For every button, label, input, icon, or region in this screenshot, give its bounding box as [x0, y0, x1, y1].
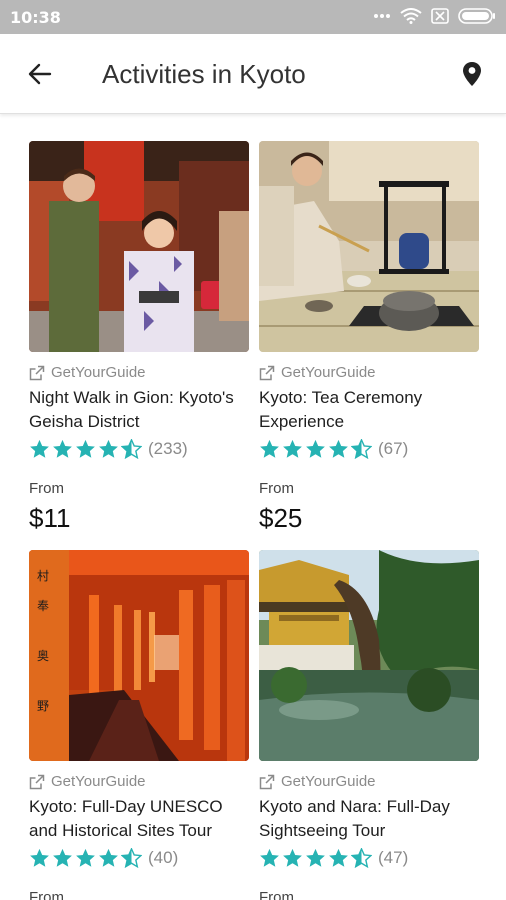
star-icon	[283, 848, 302, 867]
rating-row: (67)	[259, 439, 408, 459]
provider-row: GetYourGuide	[29, 364, 146, 381]
provider-row: GetYourGuide	[259, 364, 376, 381]
star-icon	[260, 439, 279, 458]
activity-photo[interactable]: 村 奉 奥 野	[29, 550, 249, 761]
star-icon	[76, 848, 95, 867]
battery-icon	[458, 8, 495, 24]
star-icon	[76, 439, 95, 458]
activity-card[interactable]: GetYourGuide Night Walk in Gion: Kyoto's…	[29, 141, 249, 533]
activity-title: Kyoto and Nara: Full-Day Sightseeing Tou…	[259, 797, 450, 840]
external-link-icon	[29, 365, 45, 380]
provider-name: GetYourGuide	[281, 364, 376, 381]
status-bar: 10:38	[0, 0, 506, 34]
star-icon	[99, 439, 118, 458]
activity-title: Kyoto: Full-Day UNESCO and Historical Si…	[29, 797, 223, 840]
activity-title: Kyoto: Tea Ceremony Experience	[259, 388, 423, 431]
price: $25	[259, 503, 303, 533]
status-icons	[373, 8, 496, 24]
rating-stars	[259, 848, 372, 868]
app-bar: Activities in Kyoto	[0, 34, 506, 114]
rating-stars	[29, 848, 142, 868]
map-pin-icon	[463, 62, 481, 86]
star-icon	[306, 848, 325, 867]
from-label: From	[259, 889, 294, 900]
star-icon	[329, 848, 348, 867]
sim-off-icon	[431, 8, 449, 24]
activity-photo[interactable]	[259, 550, 479, 761]
map-button[interactable]	[454, 56, 490, 92]
star-half-icon	[351, 848, 372, 868]
star-icon	[30, 439, 49, 458]
price: $11	[29, 503, 71, 533]
star-half-icon	[121, 439, 142, 459]
provider-row: GetYourGuide	[29, 773, 146, 790]
review-count: (40)	[148, 848, 179, 867]
activity-title: Night Walk in Gion: Kyoto's Geisha Distr…	[29, 388, 234, 431]
activity-card[interactable]: 村 奉 奥 野 GetYourGuide Kyoto: Full-Day UNE…	[29, 550, 249, 900]
external-link-icon	[259, 365, 275, 380]
page-title: Activities in Kyoto	[102, 59, 306, 89]
from-label: From	[259, 480, 294, 497]
star-icon	[30, 848, 49, 867]
status-time: 10:38	[10, 8, 61, 27]
star-icon	[283, 439, 302, 458]
svg-text:奉: 奉	[37, 599, 49, 613]
rating-row: (47)	[259, 848, 408, 868]
svg-text:奥: 奥	[37, 649, 49, 663]
activity-card[interactable]: GetYourGuide Kyoto and Nara: Full-Day Si…	[259, 550, 479, 900]
external-link-icon	[259, 774, 275, 789]
activity-photo[interactable]	[259, 141, 479, 352]
star-icon	[260, 848, 279, 867]
rating-row: (40)	[29, 848, 178, 868]
review-count: (233)	[148, 439, 188, 458]
provider-name: GetYourGuide	[51, 773, 146, 790]
rating-stars	[29, 439, 142, 459]
star-icon	[53, 439, 72, 458]
provider-name: GetYourGuide	[51, 364, 146, 381]
rating-row: (233)	[29, 439, 188, 459]
review-count: (67)	[378, 439, 409, 458]
review-count: (47)	[378, 848, 409, 867]
external-link-icon	[29, 774, 45, 789]
wifi-icon	[400, 8, 422, 24]
provider-row: GetYourGuide	[259, 773, 376, 790]
activity-card[interactable]: GetYourGuide Kyoto: Tea Ceremony Experie…	[259, 141, 479, 533]
star-icon	[99, 848, 118, 867]
back-button[interactable]	[18, 56, 62, 92]
star-half-icon	[351, 439, 372, 459]
activity-photo[interactable]	[29, 141, 249, 352]
from-label: From	[29, 889, 64, 900]
signal-dots-icon	[374, 14, 390, 18]
star-icon	[306, 439, 325, 458]
svg-text:野: 野	[37, 699, 49, 713]
rating-stars	[259, 439, 372, 459]
arrow-back-icon	[28, 63, 52, 85]
from-label: From	[29, 480, 64, 497]
provider-name: GetYourGuide	[281, 773, 376, 790]
svg-text:村: 村	[37, 569, 49, 583]
star-half-icon	[121, 848, 142, 868]
star-icon	[329, 439, 348, 458]
star-icon	[53, 848, 72, 867]
